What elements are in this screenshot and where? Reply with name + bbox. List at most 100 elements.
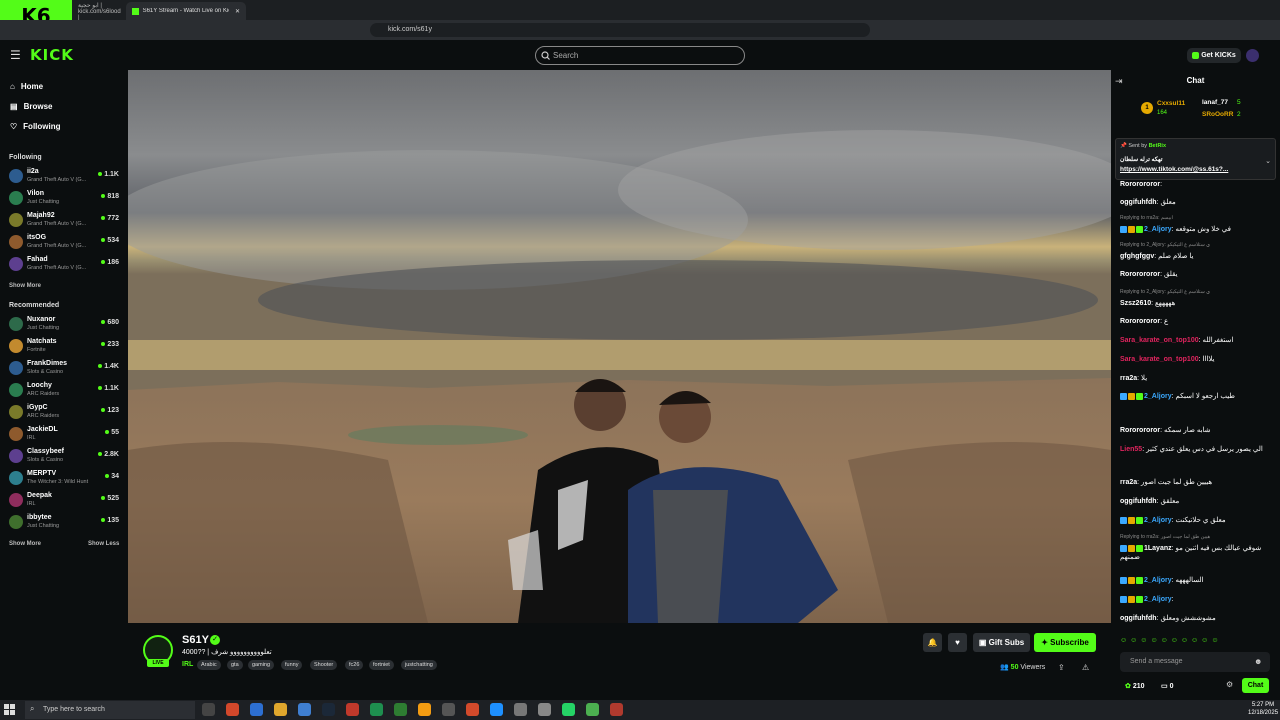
chat-username[interactable]: Lien55 (1120, 446, 1142, 453)
emote-bar[interactable]: ☺☺☺☺☺☺☺☺☺☺ (1120, 637, 1272, 647)
sidebar-channel-jackiedl[interactable]: JackieDL IRL 55 (9, 424, 121, 444)
chat-username[interactable]: Sara_karate_on_top100 (1120, 337, 1199, 344)
stream-tag-fc26[interactable]: fc26 (345, 660, 364, 670)
show-less-recommended[interactable]: Show Less (88, 541, 119, 547)
brave-icon[interactable] (226, 703, 239, 716)
settings-gear-icon[interactable]: ⚙ (1226, 680, 1233, 689)
task-view-icon[interactable] (202, 703, 215, 716)
pinned-message[interactable]: 📌 Sent by BetRix تهكه ترله سلطان https:/… (1115, 138, 1276, 180)
share-icon[interactable]: ⇪ (1058, 663, 1065, 672)
chat-message[interactable]: oggifuhfdh: معلق (1120, 198, 1272, 207)
chat-username[interactable]: gfghgfggv (1120, 253, 1154, 260)
chevron-down-icon[interactable]: ⌄ (1265, 157, 1271, 165)
close-tab-icon[interactable]: ✕ (235, 8, 240, 15)
taskbar-search-input[interactable]: Type here to search (25, 701, 195, 719)
windows-start-icon[interactable] (4, 704, 16, 716)
chat-message[interactable]: 2_Aljory: (1120, 595, 1272, 604)
app-icon[interactable] (346, 703, 359, 716)
file-explorer-icon[interactable] (274, 703, 287, 716)
app4-icon[interactable] (610, 703, 623, 716)
chat-message[interactable]: oggifuhfdh: مشوششش ومعلق (1120, 614, 1272, 623)
chat-message[interactable]: Sara_karate_on_top100: يلاااا (1120, 355, 1272, 364)
chat-message[interactable]: 1Layanz: شوفي عيالك بس فيه اثنين مو ضمنه… (1120, 544, 1272, 562)
chat-username[interactable]: 2_Aljory (1144, 596, 1172, 603)
sidebar-channel-fahad[interactable]: Fahad Grand Theft Auto V (G... 186 (9, 254, 121, 274)
chat-username[interactable]: rra2a (1120, 375, 1137, 382)
sidebar-channel-itsog[interactable]: itsOG Grand Theft Auto V (G... 534 (9, 232, 121, 252)
sidebar-channel-majah92[interactable]: Majah92 Grand Theft Auto V (G... 772 (9, 210, 121, 230)
app2-icon[interactable] (490, 703, 503, 716)
excel-icon[interactable] (394, 703, 407, 716)
chat-message[interactable]: Szsz2610: هههههع (1120, 299, 1272, 308)
chat-message[interactable]: Sara_karate_on_top100: استغفرالله (1120, 336, 1272, 345)
chat-message[interactable]: Lien55: الي يصور يرسل في دس يعلق عندي كث… (1120, 445, 1272, 454)
get-kicks-button[interactable]: Get KICKs (1187, 48, 1241, 63)
sidebar-channel-classybeef[interactable]: Classybeef Slots & Casino 2.8K (9, 446, 121, 466)
streamer-name[interactable]: S61Y (182, 634, 209, 646)
whatsapp-icon[interactable] (562, 703, 575, 716)
menu-icon[interactable]: ☰ (10, 48, 21, 62)
chat-send-button[interactable]: Chat (1242, 678, 1269, 693)
nav-home[interactable]: ⌂ Home (10, 82, 43, 91)
chat-username[interactable]: 2_Aljory (1144, 517, 1172, 524)
chat-message[interactable]: gfghgfggv: يا صلام صلم (1120, 252, 1272, 261)
chat-message[interactable]: rra2a: يلا (1120, 374, 1272, 383)
sidebar-channel-ii2a[interactable]: ii2a Grand Theft Auto V (G... 1.1K (9, 166, 121, 186)
discord-icon[interactable] (250, 703, 263, 716)
stream-tag-arabic[interactable]: Arabic (197, 660, 221, 670)
chat-message[interactable]: 2_Aljory: طيب ارجعو لا اسبكم (1120, 392, 1272, 401)
sidebar-channel-merptv[interactable]: MERPTV The Witcher 3: Wild Hunt 34 (9, 468, 121, 488)
chat-message[interactable]: Rororororor: يقلق (1120, 270, 1272, 279)
chat-message[interactable]: oggifuhfdh: معلقق (1120, 497, 1272, 506)
terminal-icon[interactable] (442, 703, 455, 716)
chrome-icon[interactable] (586, 703, 599, 716)
stream-tag-gaming[interactable]: gaming (248, 660, 275, 670)
xbox-icon[interactable] (370, 703, 383, 716)
sidebar-channel-deepak[interactable]: Deepak IRL 525 (9, 490, 121, 510)
sidebar-channel-nuxanor[interactable]: Nuxanor Just Chatting 680 (9, 314, 121, 334)
stream-tag-justchatting[interactable]: justchatting (401, 660, 437, 670)
follow-heart-button[interactable]: ♥ (948, 633, 967, 652)
chat-username[interactable]: 2_Aljory (1144, 226, 1172, 233)
chat-username[interactable]: Sara_karate_on_top100 (1120, 356, 1199, 363)
vlc-icon[interactable] (418, 703, 431, 716)
record-icon[interactable] (466, 703, 479, 716)
chat-username[interactable]: 2_Aljory (1144, 577, 1172, 584)
video-player[interactable] (128, 70, 1111, 623)
chat-username[interactable]: oggifuhfdh (1120, 199, 1157, 206)
kick-logo[interactable]: KICK (30, 46, 74, 64)
pinned-link[interactable]: https://www.tiktok.com/@ss.61s?... (1120, 166, 1228, 173)
steam-icon[interactable] (322, 703, 335, 716)
chat-username[interactable]: Rororororor (1120, 318, 1160, 325)
leaderboard-user-2[interactable]: lanaf_77 (1202, 99, 1228, 106)
chat-username[interactable]: rra2a (1120, 479, 1137, 486)
chat-message[interactable]: 2_Aljory: معلق ي حلاتيكنت (1120, 516, 1272, 525)
leaderboard-user-3[interactable]: SRoOoRR (1202, 111, 1233, 118)
nav-following[interactable]: ♡ Following (10, 122, 61, 131)
chat-message[interactable]: 2_Aljory: السالهههه (1120, 576, 1272, 585)
send-message-input[interactable]: Send a message (1120, 652, 1270, 672)
taskbar-clock[interactable]: 5:27 PM 12/18/2025 (1248, 701, 1278, 717)
stream-tag-gta[interactable]: gta (227, 660, 243, 670)
chat-username[interactable]: Rororororor (1120, 427, 1160, 434)
chat-username[interactable]: Rororororor (1120, 271, 1160, 278)
show-more-recommended[interactable]: Show More (9, 541, 41, 547)
stream-tag-funny[interactable]: funny (281, 660, 303, 670)
chat-username[interactable]: 2_Aljory (1144, 393, 1172, 400)
sidebar-channel-ibbytee[interactable]: ibbytee Just Chatting 135 (9, 512, 121, 532)
browser-tab-active[interactable]: S61Y Stream - Watch Live on Kick ✕ (126, 2, 246, 20)
app3-icon[interactable] (538, 703, 551, 716)
stream-tag-shooter[interactable]: Shooter (310, 660, 338, 670)
chat-message[interactable]: Rororororor: ع (1120, 317, 1272, 326)
chat-username[interactable]: oggifuhfdh (1120, 498, 1157, 505)
sidebar-channel-igypc[interactable]: iGypC ARC Raiders 123 (9, 402, 121, 422)
notification-bell-button[interactable]: 🔔 (923, 633, 942, 652)
chat-username[interactable]: 1Layanz (1144, 545, 1172, 552)
chat-message[interactable]: Rororororor: (1120, 180, 1272, 189)
capcut-icon[interactable] (514, 703, 527, 716)
user-avatar[interactable] (1246, 49, 1259, 62)
chat-message[interactable]: 2_Aljory: في خلا وش متوقعه (1120, 225, 1272, 234)
show-more-following[interactable]: Show More (9, 283, 41, 289)
chat-message[interactable]: Rororororor: شابه صار سمكه (1120, 426, 1272, 435)
chat-username[interactable]: Szsz2610 (1120, 300, 1151, 307)
